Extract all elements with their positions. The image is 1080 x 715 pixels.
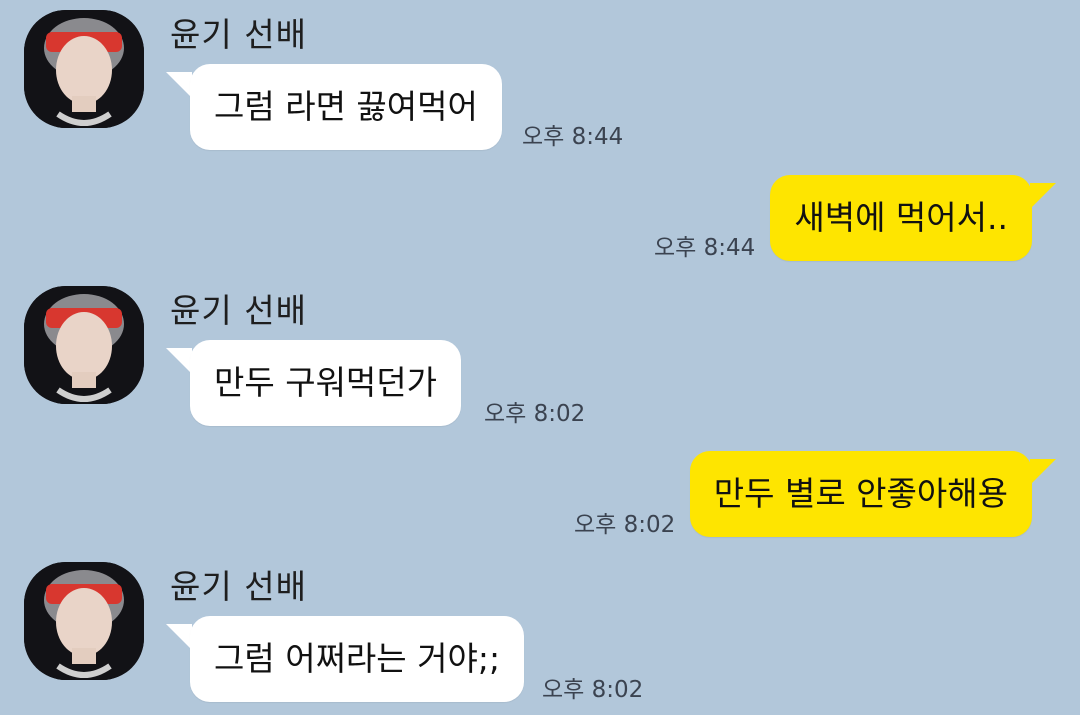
sender-name: 윤기 선배	[170, 291, 307, 330]
message-time: 오후 8:02	[574, 512, 676, 538]
message-bubble[interactable]: 그럼 어쩌라는 거야;;	[190, 616, 525, 702]
message-bubble[interactable]: 만두 구워먹던가	[190, 340, 462, 426]
sender-name: 윤기 선배	[170, 15, 307, 54]
chat-area[interactable]: 윤기 선배 그럼 라면 끓여먹어 오후 8:44 오후 8:44 새벽에 먹어서…	[0, 0, 1080, 715]
message-bubble[interactable]: 새벽에 먹어서..	[770, 175, 1032, 261]
bubble-tail	[166, 624, 192, 650]
avatar[interactable]	[24, 286, 144, 404]
message-bubble[interactable]: 그럼 라면 끓여먹어	[190, 64, 502, 150]
profile-photo-icon	[24, 10, 144, 128]
message-time: 오후 8:02	[484, 401, 586, 427]
message-time: 오후 8:44	[654, 235, 756, 261]
bubble-tail	[1030, 183, 1056, 209]
bubble-tail	[1030, 459, 1056, 485]
bubble-tail	[166, 348, 192, 374]
profile-photo-icon	[24, 286, 144, 404]
avatar[interactable]	[24, 10, 144, 128]
sender-name: 윤기 선배	[170, 567, 307, 606]
profile-photo-icon	[24, 562, 144, 680]
avatar[interactable]	[24, 562, 144, 680]
message-time: 오후 8:02	[542, 677, 644, 703]
message-time: 오후 8:44	[522, 124, 624, 150]
bubble-tail	[166, 72, 192, 98]
message-bubble[interactable]: 만두 별로 안좋아해용	[689, 451, 1032, 537]
